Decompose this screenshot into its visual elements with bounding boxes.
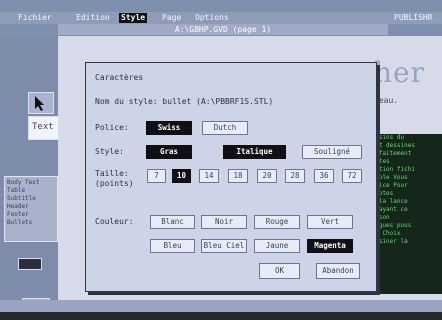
- window-title: A:\GBHP.GVD (page 1): [58, 24, 388, 35]
- menu-style[interactable]: Style: [119, 13, 148, 23]
- color-magenta-button[interactable]: Magenta: [307, 239, 353, 253]
- menu-edition[interactable]: Edition: [76, 13, 110, 23]
- size-button[interactable]: 20: [257, 169, 277, 183]
- size-button-selected[interactable]: 10: [172, 169, 191, 183]
- doc-subtext: reau.: [374, 96, 399, 105]
- text-tool-label: Text: [32, 122, 54, 132]
- doc-heading: her: [374, 56, 425, 89]
- style-underline-button[interactable]: Souligné: [302, 145, 362, 159]
- color-skyblue-button[interactable]: Bleu Ciel: [201, 239, 247, 253]
- size-button[interactable]: 7: [147, 169, 166, 183]
- dialog-title: Caractères: [95, 73, 144, 82]
- style-item[interactable]: Subtitle: [7, 195, 55, 203]
- color-blue-button[interactable]: Bleu: [150, 239, 195, 253]
- color-yellow-button[interactable]: Jaune: [254, 239, 300, 253]
- color-label: Couleur:: [95, 217, 134, 226]
- style-bold-button[interactable]: Gras: [146, 145, 192, 159]
- size-button[interactable]: 36: [314, 169, 334, 183]
- size-unit-label: (points): [95, 179, 134, 188]
- style-item[interactable]: Body Text: [7, 179, 55, 187]
- tool-panel: Text Body Text Table Subtitle Header Foo…: [0, 36, 70, 314]
- color-black-button[interactable]: Noir: [201, 215, 247, 229]
- ok-button[interactable]: OK: [259, 263, 300, 279]
- size-label: Taille:: [95, 169, 129, 178]
- page-view-button[interactable]: [18, 258, 42, 270]
- style-list-items: Body Text Table Subtitle Header Footer B…: [5, 177, 57, 229]
- style-item[interactable]: Footer: [7, 211, 55, 219]
- arrow-tool[interactable]: [28, 92, 54, 114]
- horizontal-scrollbar[interactable]: [0, 300, 442, 312]
- font-dutch-button[interactable]: Dutch: [202, 121, 248, 135]
- style-name-label: Nom du style: bullet (A:\PBBRF1S.STL): [95, 97, 274, 106]
- style-list[interactable]: Body Text Table Subtitle Header Footer B…: [4, 176, 58, 242]
- police-label: Police:: [95, 123, 129, 132]
- size-button[interactable]: 14: [199, 169, 219, 183]
- cancel-button[interactable]: Abandon: [316, 263, 360, 279]
- style-item[interactable]: Header: [7, 203, 55, 211]
- menu-fichier[interactable]: Fichier: [18, 13, 52, 23]
- color-white-button[interactable]: Blanc: [150, 215, 195, 229]
- style-label: Style:: [95, 147, 124, 156]
- characters-dialog: Caractères Nom du style: bullet (A:\PBBR…: [85, 62, 377, 292]
- screen: Fichier Edition Style Page Options PUBLI…: [0, 0, 442, 320]
- style-item[interactable]: Bullets: [7, 219, 55, 227]
- size-button[interactable]: 28: [285, 169, 305, 183]
- menu-bar: Fichier Edition Style Page Options PUBLI…: [0, 12, 442, 24]
- font-swiss-button[interactable]: Swiss: [146, 121, 192, 135]
- style-italic-button[interactable]: Italique: [223, 145, 286, 159]
- size-button[interactable]: 18: [228, 169, 248, 183]
- color-red-button[interactable]: Rouge: [254, 215, 300, 229]
- status-bar: [0, 312, 442, 320]
- color-green-button[interactable]: Vert: [307, 215, 353, 229]
- style-item[interactable]: Table: [7, 187, 55, 195]
- app-name: PUBLISHR: [394, 13, 433, 22]
- menu-page[interactable]: Page: [162, 13, 181, 23]
- menu-options[interactable]: Options: [195, 13, 229, 23]
- size-button[interactable]: 72: [342, 169, 362, 183]
- arrow-icon: [35, 96, 44, 111]
